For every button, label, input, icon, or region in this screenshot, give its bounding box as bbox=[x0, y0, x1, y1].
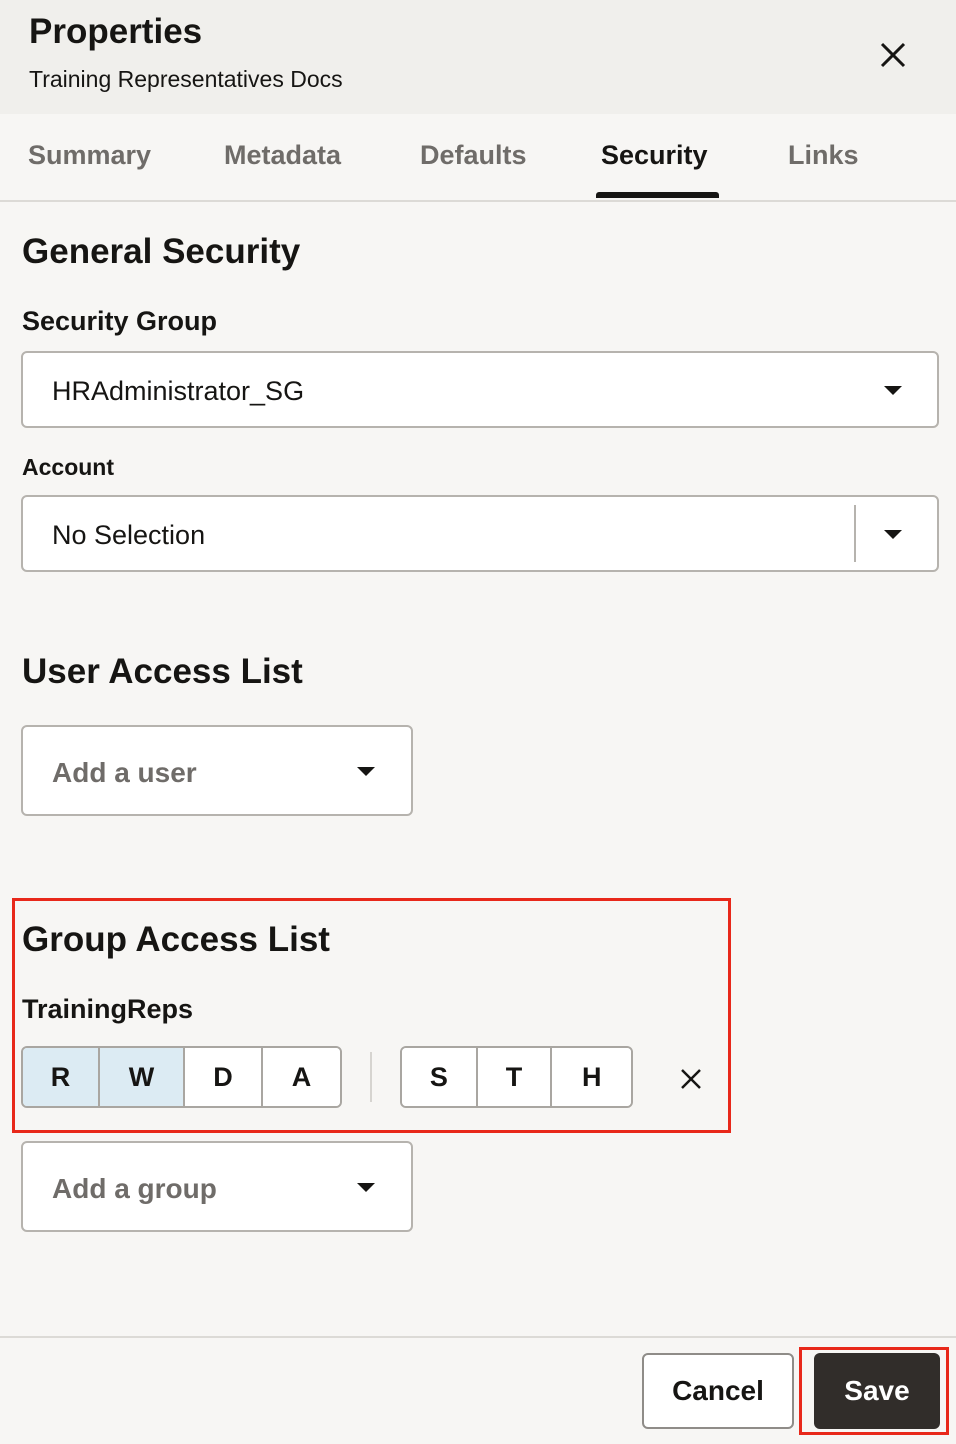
security-group-select[interactable]: HRAdministrator_SG bbox=[21, 351, 939, 428]
account-select[interactable]: No Selection bbox=[21, 495, 939, 572]
user-access-heading: User Access List bbox=[22, 652, 303, 691]
tab-bar: Summary Metadata Defaults Security Links bbox=[0, 114, 956, 202]
footer-divider bbox=[0, 1336, 956, 1338]
permission-delete[interactable]: D bbox=[184, 1048, 263, 1106]
tab-metadata[interactable]: Metadata bbox=[224, 140, 341, 171]
permission-write[interactable]: W bbox=[100, 1048, 185, 1106]
permission-s[interactable]: S bbox=[402, 1048, 478, 1106]
select-divider bbox=[854, 505, 856, 562]
chevron-down-icon bbox=[884, 530, 902, 539]
account-value: No Selection bbox=[52, 520, 206, 550]
tab-defaults[interactable]: Defaults bbox=[420, 140, 527, 171]
permission-t[interactable]: T bbox=[477, 1048, 553, 1106]
dialog-header: Properties Training Representatives Docs bbox=[0, 0, 956, 114]
dialog-title: Properties bbox=[29, 12, 203, 51]
tab-summary[interactable]: Summary bbox=[28, 140, 151, 171]
permission-h[interactable]: H bbox=[552, 1048, 631, 1106]
extra-permission-toggle-group: S T H bbox=[400, 1046, 633, 1108]
group-name: TrainingReps bbox=[22, 994, 194, 1024]
chevron-down-icon bbox=[357, 767, 375, 776]
group-access-heading: Group Access List bbox=[22, 920, 330, 959]
save-button[interactable]: Save bbox=[814, 1353, 940, 1429]
remove-group-button[interactable] bbox=[672, 1060, 710, 1098]
chevron-down-icon bbox=[884, 386, 902, 395]
permission-toggle-group: R W D A bbox=[21, 1046, 342, 1108]
tab-security[interactable]: Security bbox=[601, 140, 708, 171]
permission-read[interactable]: R bbox=[23, 1048, 101, 1106]
close-icon bbox=[681, 1069, 701, 1089]
active-tab-indicator bbox=[596, 192, 719, 198]
close-button[interactable] bbox=[870, 32, 916, 78]
add-user-select[interactable]: Add a user bbox=[21, 725, 413, 816]
permission-admin[interactable]: A bbox=[262, 1048, 340, 1106]
dialog-subtitle: Training Representatives Docs bbox=[29, 66, 343, 92]
cancel-button[interactable]: Cancel bbox=[642, 1353, 794, 1429]
security-group-value: HRAdministrator_SG bbox=[52, 376, 305, 406]
close-icon bbox=[880, 42, 906, 68]
permission-separator bbox=[370, 1052, 372, 1102]
add-group-select[interactable]: Add a group bbox=[21, 1141, 413, 1232]
general-security-heading: General Security bbox=[22, 232, 301, 271]
account-label: Account bbox=[22, 454, 114, 480]
add-group-placeholder: Add a group bbox=[52, 1173, 217, 1204]
tab-links[interactable]: Links bbox=[788, 140, 859, 171]
chevron-down-icon bbox=[357, 1183, 375, 1192]
add-user-placeholder: Add a user bbox=[52, 757, 197, 788]
security-group-label: Security Group bbox=[22, 306, 218, 336]
